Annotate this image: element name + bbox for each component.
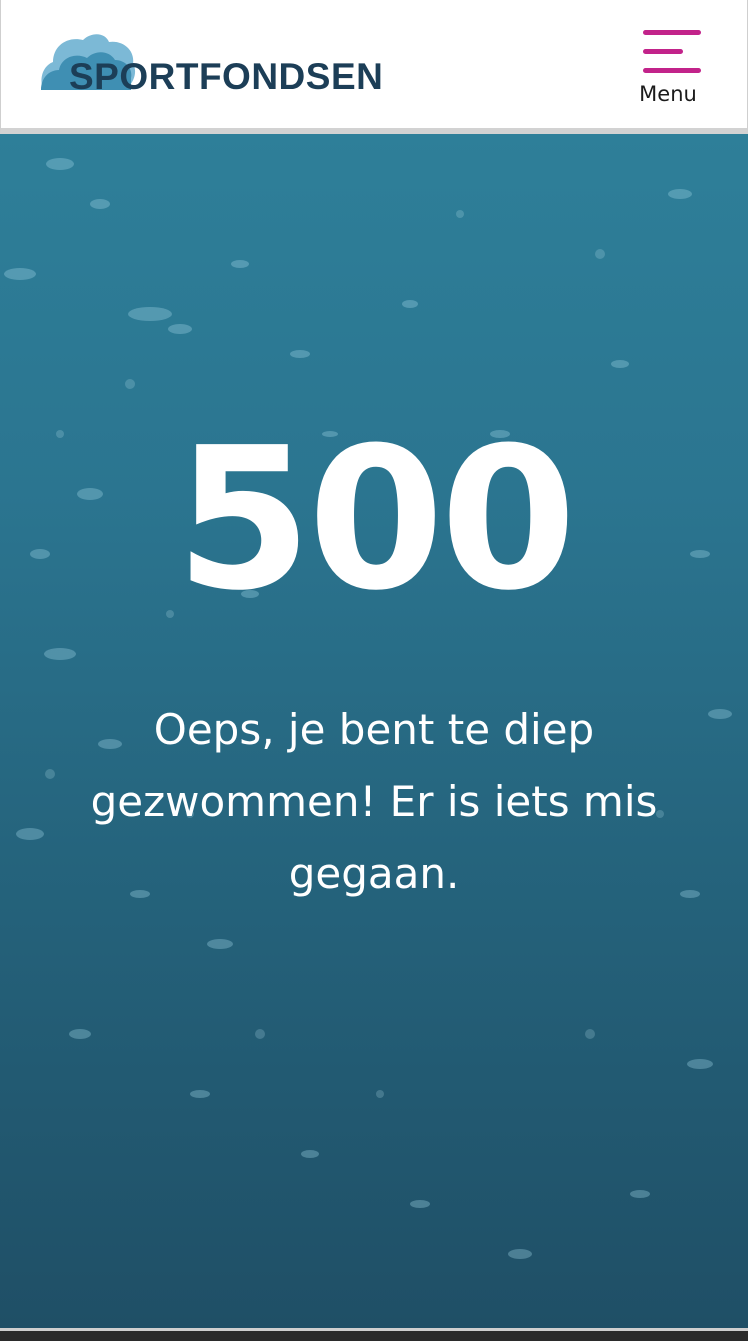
menu-label: Menu <box>639 82 697 106</box>
page: SPORTFONDSEN Menu 500 Oeps, je bent te d… <box>0 0 748 1341</box>
error-code: 500 <box>175 406 576 634</box>
bottom-bar <box>0 1328 748 1341</box>
menu-button[interactable]: Menu <box>635 28 701 110</box>
error-hero: 500 Oeps, je bent te diep gezwommen! Er … <box>0 134 748 1328</box>
hamburger-menu-icon <box>643 30 701 74</box>
logo-wordmark: SPORTFONDSEN <box>69 56 384 97</box>
site-header: SPORTFONDSEN Menu <box>0 0 748 134</box>
error-message: Oeps, je bent te diep gezwommen! Er is i… <box>90 705 658 898</box>
sportfondsen-logo[interactable]: SPORTFONDSEN <box>39 28 383 98</box>
